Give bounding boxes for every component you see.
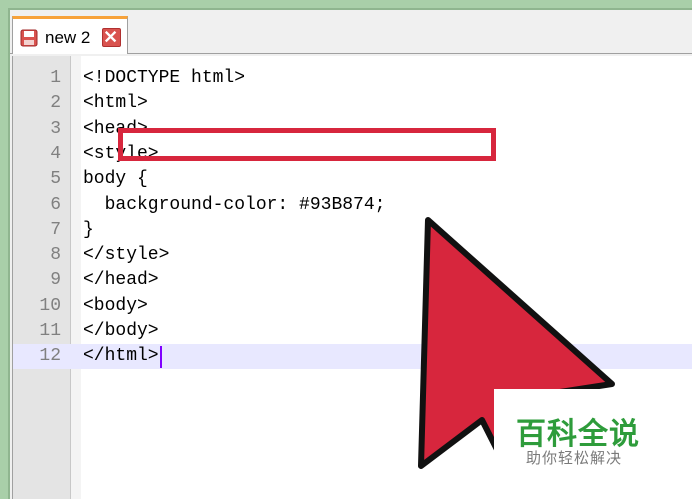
tab-label: new 2	[45, 28, 91, 47]
line-number: 4	[50, 143, 61, 164]
line-number: 3	[50, 118, 61, 139]
line-number: 10	[39, 295, 61, 316]
line-number: 12	[39, 346, 61, 367]
code-text: </html>	[83, 346, 159, 367]
code-text: <!DOCTYPE html>	[83, 68, 246, 88]
code-line[interactable]: 10 <body>	[13, 294, 692, 319]
code-line[interactable]: 5 body {	[13, 167, 692, 192]
line-number: 6	[50, 194, 61, 215]
code-text: body {	[83, 169, 148, 190]
line-number: 8	[50, 245, 61, 266]
tab-new-2[interactable]: new 2	[12, 16, 128, 54]
text-caret	[159, 346, 162, 369]
code-text: <body>	[83, 295, 148, 316]
code-line[interactable]: 9 </head>	[13, 268, 692, 293]
save-file-icon	[20, 29, 38, 47]
code-line[interactable]: 7}	[13, 218, 692, 243]
code-line[interactable]: 1 <!DOCTYPE html>	[13, 66, 692, 91]
line-number: 5	[50, 169, 61, 190]
code-line[interactable]: 11 </body>	[13, 319, 692, 344]
line-number: 7	[50, 219, 61, 240]
close-tab-button[interactable]	[102, 28, 121, 47]
code-line[interactable]: 6 background-color: #93B874;	[13, 193, 692, 218]
code-text: </body>	[83, 321, 159, 341]
code-text: </style>	[83, 245, 170, 266]
code-text: }	[83, 219, 94, 240]
code-text: background-color: #93B874;	[83, 194, 386, 215]
code-line[interactable]: 2 <html>	[13, 91, 692, 116]
watermark-subtitle: 助你轻松解决	[526, 450, 623, 467]
code-line[interactable]: 8 </style>	[13, 243, 692, 268]
highlight-box	[118, 128, 496, 161]
line-number: 1	[50, 68, 61, 88]
code-line[interactable]: 12 </html>	[13, 344, 692, 370]
line-number: 9	[50, 270, 61, 291]
code-text: <html>	[83, 93, 148, 114]
tab-bar: new 2	[10, 10, 692, 54]
line-number: 11	[39, 321, 61, 341]
close-icon	[104, 30, 117, 43]
line-number: 2	[50, 93, 61, 114]
code-text: </head>	[83, 270, 159, 291]
watermark: 百科全说 助你轻松解决	[494, 389, 692, 499]
